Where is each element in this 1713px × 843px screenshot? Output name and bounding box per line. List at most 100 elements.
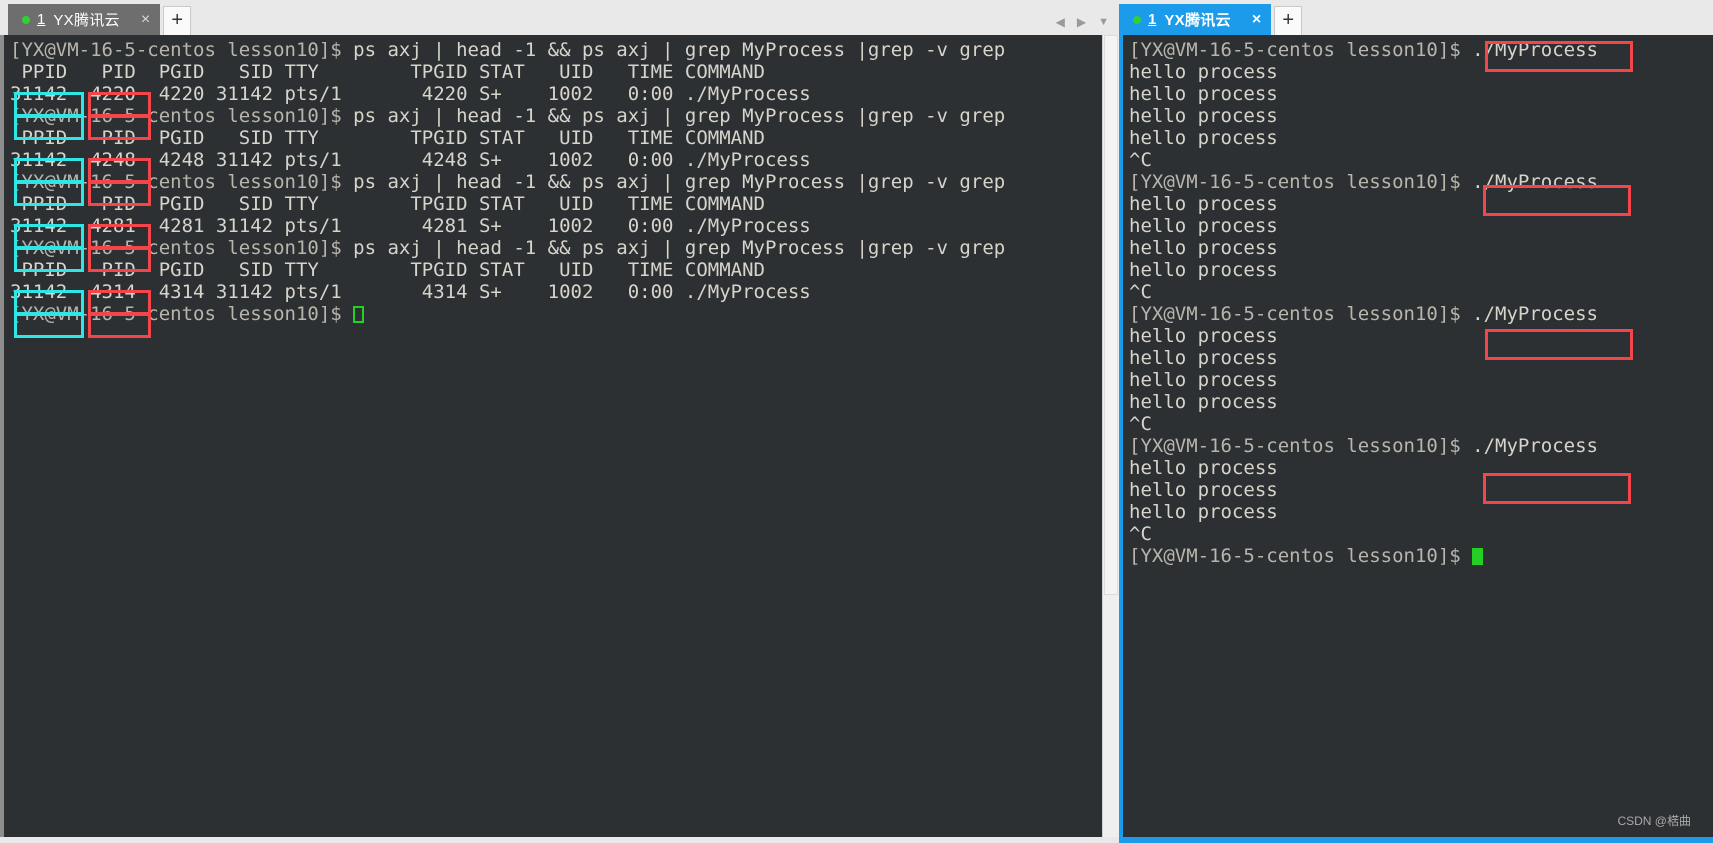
terminal-prompt: [YX@VM-16-5-centos lesson10]$ xyxy=(1129,303,1473,325)
terminal-prompt: [YX@VM-16-5-centos lesson10]$ xyxy=(10,105,354,127)
left-tab-menu-caret-icon[interactable]: ▼ xyxy=(1098,16,1109,28)
terminal-output-text: hello process xyxy=(1129,501,1278,523)
terminal-output-text: hello process xyxy=(1129,259,1278,281)
terminal-line: hello process xyxy=(1129,237,1713,259)
terminal-output-text: hello process xyxy=(1129,457,1278,479)
left-terminal-panel: 1 YX腾讯云 × + ◀ ▶ ▼ [YX@VM-16-5-centos les… xyxy=(0,0,1119,843)
terminal-line: ^C xyxy=(1129,149,1713,171)
terminal-line: hello process xyxy=(1129,501,1713,523)
terminal-prompt: [YX@VM-16-5-centos lesson10]$ xyxy=(10,171,354,193)
left-tab-prev-icon[interactable]: ◀ xyxy=(1056,15,1065,29)
terminal-line: hello process xyxy=(1129,193,1713,215)
terminal-prompt: [YX@VM-16-5-centos lesson10]$ xyxy=(10,237,354,259)
terminal-command: ps axj | head -1 && ps axj | grep MyProc… xyxy=(353,105,1006,127)
terminal-command: ./MyProcess xyxy=(1472,39,1599,61)
terminal-output-text: ^C xyxy=(1129,149,1152,171)
terminal-command: ./MyProcess xyxy=(1472,171,1599,193)
terminal-line: PPID PID PGID SID TTY TPGID STAT UID TIM… xyxy=(10,259,1102,281)
left-tab-next-icon[interactable]: ▶ xyxy=(1077,15,1086,29)
terminal-line: hello process xyxy=(1129,369,1713,391)
terminal-line: hello process xyxy=(1129,259,1713,281)
terminal-prompt: [YX@VM-16-5-centos lesson10]$ xyxy=(1129,545,1473,567)
terminal-prompt: [YX@VM-16-5-centos lesson10]$ xyxy=(10,303,354,325)
terminal-line: 31142 4248 4248 31142 pts/1 4248 S+ 1002… xyxy=(10,149,1102,171)
left-terminal-area: [YX@VM-16-5-centos lesson10]$ ps axj | h… xyxy=(0,35,1119,837)
terminal-command: ps axj | head -1 && ps axj | grep MyProc… xyxy=(353,39,1006,61)
terminal-output-text: hello process xyxy=(1129,83,1278,105)
terminal-line: [YX@VM-16-5-centos lesson10]$ ./MyProces… xyxy=(1129,171,1713,193)
terminal-line: hello process xyxy=(1129,105,1713,127)
tab-status-dot-icon xyxy=(1133,15,1141,24)
terminal-line: 31142 4220 4220 31142 pts/1 4220 S+ 1002… xyxy=(10,83,1102,105)
left-tab-title: YX腾讯云 xyxy=(53,12,120,29)
terminal-prompt: [YX@VM-16-5-centos lesson10]$ xyxy=(1129,435,1473,457)
terminal-output-text: 31142 4281 4281 31142 pts/1 4281 S+ 1002… xyxy=(10,215,811,237)
terminal-output-text: hello process xyxy=(1129,127,1278,149)
terminal-line: hello process xyxy=(1129,391,1713,413)
right-tab-bar: 1 YX腾讯云 × + xyxy=(1119,0,1713,35)
terminal-output-text: PPID PID PGID SID TTY TPGID STAT UID TIM… xyxy=(10,127,765,149)
terminal-line: [YX@VM-16-5-centos lesson10]$ ps axj | h… xyxy=(10,39,1102,61)
left-tab-bar: 1 YX腾讯云 × + ◀ ▶ ▼ xyxy=(0,0,1119,35)
right-tab-number: 1 xyxy=(1148,11,1157,28)
tab-status-dot-icon xyxy=(22,15,30,24)
right-tab-title: YX腾讯云 xyxy=(1164,12,1231,29)
terminal-output-text: 31142 4248 4248 31142 pts/1 4248 S+ 1002… xyxy=(10,149,811,171)
right-terminal-area: [YX@VM-16-5-centos lesson10]$ ./MyProces… xyxy=(1119,35,1713,837)
terminal-line: [YX@VM-16-5-centos lesson10]$ ./MyProces… xyxy=(1129,435,1713,457)
left-tab-number: 1 xyxy=(37,11,46,28)
terminal-line: [YX@VM-16-5-centos lesson10]$ ps axj | h… xyxy=(10,105,1102,127)
terminal-command: ps axj | head -1 && ps axj | grep MyProc… xyxy=(353,171,1006,193)
terminal-output-text: hello process xyxy=(1129,193,1278,215)
left-terminal-output[interactable]: [YX@VM-16-5-centos lesson10]$ ps axj | h… xyxy=(4,35,1102,837)
terminal-output-text: hello process xyxy=(1129,61,1278,83)
terminal-line: hello process xyxy=(1129,61,1713,83)
terminal-command: ./MyProcess xyxy=(1472,303,1599,325)
left-new-tab-button[interactable]: + xyxy=(163,6,192,35)
terminal-prompt: [YX@VM-16-5-centos lesson10]$ xyxy=(1129,171,1473,193)
terminal-command: ps axj | head -1 && ps axj | grep MyProc… xyxy=(353,237,1006,259)
terminal-output-text: hello process xyxy=(1129,347,1278,369)
terminal-output-text: hello process xyxy=(1129,215,1278,237)
left-terminal-scrollbar-thumb[interactable] xyxy=(1104,35,1118,595)
right-tab-close-icon[interactable]: × xyxy=(1248,11,1265,28)
right-terminal-output[interactable]: [YX@VM-16-5-centos lesson10]$ ./MyProces… xyxy=(1123,35,1713,837)
terminal-output-text: hello process xyxy=(1129,325,1278,347)
terminal-line: 31142 4314 4314 31142 pts/1 4314 S+ 1002… xyxy=(10,281,1102,303)
terminal-line: ^C xyxy=(1129,523,1713,545)
terminal-line: 31142 4281 4281 31142 pts/1 4281 S+ 1002… xyxy=(10,215,1102,237)
application-window: 1 YX腾讯云 × + ◀ ▶ ▼ [YX@VM-16-5-centos les… xyxy=(0,0,1713,843)
terminal-output-text: hello process xyxy=(1129,105,1278,127)
terminal-line: [YX@VM-16-5-centos lesson10]$ ./MyProces… xyxy=(1129,303,1713,325)
left-terminal-scrollbar[interactable] xyxy=(1102,35,1119,837)
terminal-line: ^C xyxy=(1129,413,1713,435)
terminal-output-text: hello process xyxy=(1129,479,1278,501)
left-bottom-strip xyxy=(0,837,1119,843)
left-tab-close-icon[interactable]: × xyxy=(137,11,154,28)
terminal-output-text: 31142 4314 4314 31142 pts/1 4314 S+ 1002… xyxy=(10,281,811,303)
terminal-output-text: hello process xyxy=(1129,391,1278,413)
terminal-line: hello process xyxy=(1129,457,1713,479)
terminal-output-text: hello process xyxy=(1129,369,1278,391)
terminal-line: [YX@VM-16-5-centos lesson10]$ ./MyProces… xyxy=(1129,39,1713,61)
right-terminal-panel: 1 YX腾讯云 × + [YX@VM-16-5-centos lesson10]… xyxy=(1119,0,1713,843)
right-bottom-strip xyxy=(1119,837,1713,843)
right-tab-yx-tencent-cloud[interactable]: 1 YX腾讯云 × xyxy=(1119,4,1272,35)
terminal-line: hello process xyxy=(1129,127,1713,149)
terminal-line: PPID PID PGID SID TTY TPGID STAT UID TIM… xyxy=(10,193,1102,215)
terminal-line: [YX@VM-16-5-centos lesson10]$ ps axj | h… xyxy=(10,237,1102,259)
terminal-prompt: [YX@VM-16-5-centos lesson10]$ xyxy=(10,39,354,61)
terminal-output-text: hello process xyxy=(1129,237,1278,259)
terminal-prompt: [YX@VM-16-5-centos lesson10]$ xyxy=(1129,39,1473,61)
terminal-output-text: ^C xyxy=(1129,413,1152,435)
right-new-tab-button[interactable]: + xyxy=(1274,6,1303,35)
left-tab-yx-tencent-cloud[interactable]: 1 YX腾讯云 × xyxy=(8,4,161,35)
terminal-command: ./MyProcess xyxy=(1472,435,1599,457)
terminal-output-text: PPID PID PGID SID TTY TPGID STAT UID TIM… xyxy=(10,259,765,281)
terminal-line: PPID PID PGID SID TTY TPGID STAT UID TIM… xyxy=(10,127,1102,149)
terminal-output-text: ^C xyxy=(1129,523,1152,545)
terminal-line: PPID PID PGID SID TTY TPGID STAT UID TIM… xyxy=(10,61,1102,83)
terminal-line: [YX@VM-16-5-centos lesson10]$ ps axj | h… xyxy=(10,171,1102,193)
terminal-output-text: PPID PID PGID SID TTY TPGID STAT UID TIM… xyxy=(10,193,765,215)
terminal-line: hello process xyxy=(1129,83,1713,105)
